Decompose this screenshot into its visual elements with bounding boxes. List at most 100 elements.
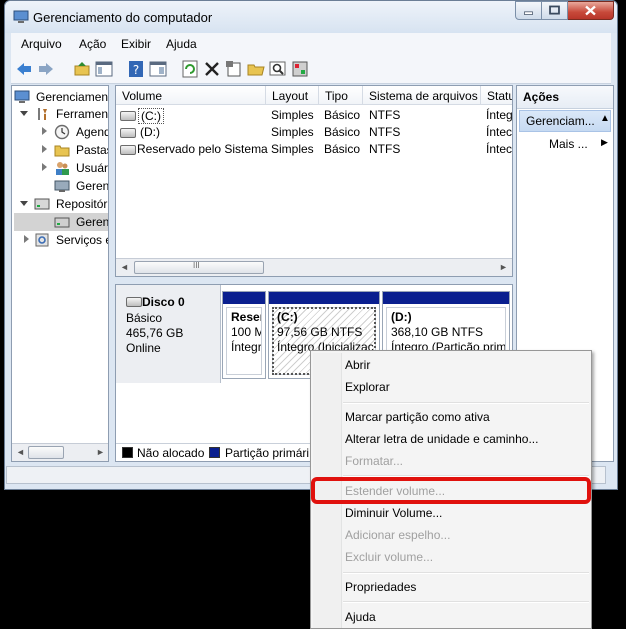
- list-horizontal-scrollbar[interactable]: ◄ III ►: [116, 258, 512, 276]
- menu-item-alterar-letra[interactable]: Alterar letra de unidade e caminho...: [345, 432, 538, 446]
- tree-label-storage: Repositór: [56, 197, 108, 211]
- submenu-arrow-icon: ▶: [601, 137, 608, 147]
- properties-icon[interactable]: [225, 60, 243, 78]
- partition-reserved[interactable]: Reser 100 M Íntegr: [222, 291, 266, 379]
- volume-list: Volume Layout Tipo Sistema de arquivos S…: [115, 85, 513, 277]
- tree-item-disk-management[interactable]: Gerenc: [14, 213, 108, 231]
- menu-item-diminuir-volume[interactable]: Diminuir Volume...: [345, 506, 442, 520]
- expand-arrow-icon[interactable]: [42, 145, 47, 153]
- actions-group-disk-management[interactable]: Gerenciam... ▲: [519, 110, 611, 132]
- column-header-status[interactable]: Statu: [481, 86, 513, 105]
- actions-group-label: Gerenciam...: [526, 114, 595, 128]
- column-header-volume[interactable]: Volume: [116, 86, 266, 105]
- legend-swatch-primary: [209, 447, 220, 458]
- disk-type: Básico: [126, 311, 163, 325]
- partition-status: Íntegr: [231, 340, 262, 354]
- open-icon[interactable]: [247, 60, 265, 78]
- menu-item-abrir[interactable]: Abrir: [345, 358, 370, 372]
- actions-more-label: Mais ...: [549, 137, 588, 151]
- menu-item-adicionar-espelho: Adicionar espelho...: [345, 528, 451, 542]
- column-label: Statu: [487, 89, 513, 103]
- cell-layout: Simples: [271, 142, 314, 156]
- menu-item-explorar[interactable]: Explorar: [345, 380, 390, 394]
- menu-item-ajuda[interactable]: Ajuda: [345, 610, 376, 624]
- menu-item-propriedades[interactable]: Propriedades: [345, 580, 416, 594]
- rescan-icon[interactable]: [291, 60, 309, 78]
- scroll-left-icon[interactable]: ◄: [120, 262, 129, 272]
- cell-tipo: Básico: [324, 108, 361, 122]
- expand-arrow-icon[interactable]: [42, 127, 47, 135]
- cell-filesystem: NTFS: [369, 125, 401, 139]
- table-row[interactable]: (C:) Simples Básico NTFS Ínteg: [116, 106, 512, 124]
- column-header-filesystem[interactable]: Sistema de arquivos: [363, 86, 481, 105]
- services-icon: [35, 233, 49, 247]
- tree-label-users: Usuári: [76, 161, 109, 175]
- scroll-right-icon[interactable]: ►: [96, 447, 105, 457]
- expand-arrow-icon[interactable]: [42, 163, 47, 171]
- tree-label-disk-management: Gerenc: [76, 215, 109, 229]
- show-hide-tree-icon[interactable]: [95, 60, 113, 78]
- maximize-icon: [549, 5, 560, 15]
- disk-info[interactable]: Disco 0 Básico 465,76 GB Online: [116, 285, 221, 383]
- title-bar[interactable]: Gerenciamento do computador: [5, 1, 617, 33]
- actions-more[interactable]: Mais ... ▶: [519, 134, 611, 154]
- column-header-tipo[interactable]: Tipo: [319, 86, 363, 105]
- expand-arrow-icon[interactable]: [24, 235, 29, 243]
- cell-volume: (C:): [138, 108, 164, 124]
- tree-label-shared-folders: Pastas: [76, 143, 108, 157]
- delete-icon[interactable]: [203, 60, 221, 78]
- menu-separator: [343, 402, 589, 404]
- column-label: Layout: [272, 89, 309, 103]
- disk-state: Online: [126, 341, 161, 355]
- back-arrow-icon[interactable]: [15, 60, 33, 78]
- collapse-arrow-icon[interactable]: [20, 201, 28, 206]
- menu-item-excluir-volume: Excluir volume...: [345, 550, 434, 564]
- menu-acao[interactable]: Ação: [79, 37, 106, 51]
- cell-filesystem: NTFS: [369, 142, 401, 156]
- tree-label-task-scheduler: Agend: [76, 125, 109, 139]
- menu-ajuda[interactable]: Ajuda: [166, 37, 197, 51]
- computer-management-icon: [14, 90, 30, 103]
- partition-bar: [223, 292, 265, 304]
- disk-size: 465,76 GB: [126, 326, 184, 340]
- cell-volume: Reservado pelo Sistema: [137, 142, 268, 156]
- disk-icon: [126, 297, 142, 307]
- drive-icon: [120, 145, 136, 155]
- help-icon[interactable]: ?: [127, 60, 145, 78]
- menu-item-marcar-ativa[interactable]: Marcar partição como ativa: [345, 410, 490, 424]
- menu-separator: [343, 572, 589, 574]
- refresh-icon[interactable]: [181, 60, 199, 78]
- tree-scroll-thumb[interactable]: [28, 446, 64, 459]
- scroll-left-icon[interactable]: ◄: [16, 447, 25, 457]
- tree-label-device-manager: Gerenc: [76, 179, 109, 193]
- maximize-button[interactable]: [542, 1, 568, 20]
- partition-title: (C:): [277, 310, 298, 324]
- minimize-button[interactable]: [515, 1, 542, 20]
- partition-size: 100 M: [231, 325, 262, 339]
- menu-arquivo[interactable]: Arquivo: [21, 37, 62, 51]
- properties-view-icon[interactable]: [149, 60, 167, 78]
- search-icon[interactable]: [269, 60, 287, 78]
- svg-text:?: ?: [133, 63, 139, 77]
- table-row[interactable]: (D:) Simples Básico NTFS Íntec: [116, 123, 512, 140]
- menu-item-formatar: Formatar...: [345, 454, 404, 468]
- close-button[interactable]: [568, 1, 614, 20]
- list-scroll-thumb[interactable]: III: [134, 261, 264, 274]
- partition-title: (D:): [391, 310, 412, 324]
- collapse-up-icon[interactable]: ▲: [600, 113, 610, 124]
- cell-filesystem: NTFS: [369, 108, 401, 122]
- column-header-layout[interactable]: Layout: [266, 86, 319, 105]
- tree-horizontal-scrollbar[interactable]: ◄ ►: [12, 443, 108, 461]
- tree-label-tools: Ferrament: [56, 107, 109, 121]
- table-row[interactable]: Reservado pelo Sistema Simples Básico NT…: [116, 140, 512, 157]
- collapse-arrow-icon[interactable]: [20, 111, 28, 116]
- forward-arrow-icon[interactable]: [37, 60, 55, 78]
- menu-exibir[interactable]: Exibir: [121, 37, 151, 51]
- column-label: Sistema de arquivos: [369, 89, 478, 103]
- up-folder-icon[interactable]: [73, 60, 91, 78]
- cell-status: Íntec: [486, 142, 513, 156]
- legend-label-unallocated: Não alocado: [137, 446, 205, 460]
- cell-tipo: Básico: [324, 125, 361, 139]
- cell-volume: (D:): [140, 125, 160, 139]
- scroll-right-icon[interactable]: ►: [499, 262, 508, 272]
